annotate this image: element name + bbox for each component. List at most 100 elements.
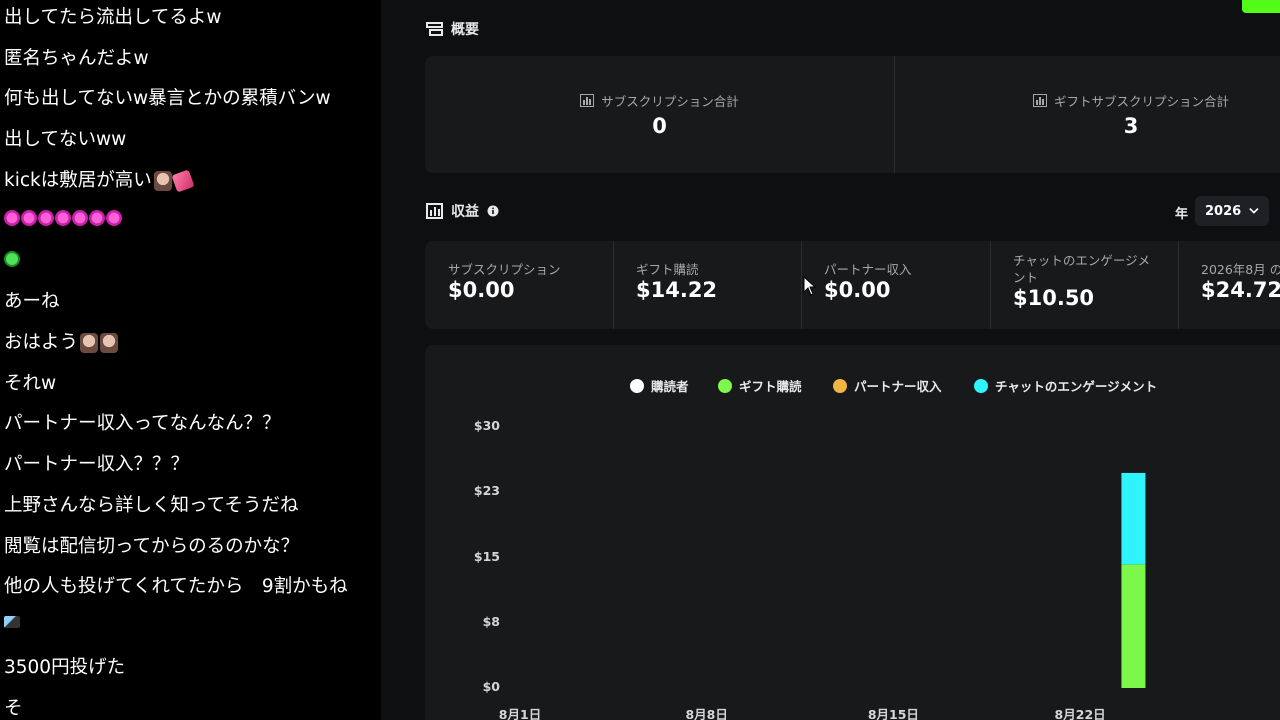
- revenue-chart-card: 購読者 ギフト購読 パートナー収入 チャットのエンゲージメント $30 $23 $15 $8…: [425, 345, 1280, 720]
- chat-panel: 出してたら流出してるよw 匿名ちゃんだよw 何も出してないw暴言とかの累積バンw 出し…: [0, 0, 381, 720]
- revenue-card-value: $24.72: [1201, 278, 1280, 302]
- bar-segment[interactable]: [1121, 564, 1146, 688]
- overview-card: サブスクリプション合計 0 ギフトサブスクリプション合計 3: [425, 56, 1280, 173]
- revenue-title: 収益: [451, 204, 479, 220]
- overview-title: 概要: [451, 22, 479, 38]
- chat-message: 閲覧は配信切ってからのるのかな？: [4, 534, 299, 560]
- bar-chart-icon: [580, 94, 595, 107]
- chat-message-text: kickは敷居が高い: [4, 170, 152, 191]
- y-tick-label: $15: [473, 548, 500, 564]
- chat-message: パートナー収入？？？: [4, 452, 189, 478]
- pink-emote-icon: [106, 210, 122, 226]
- gift-subscriptions-total-value: 3: [1123, 114, 1139, 138]
- revenue-chart: [1121, 472, 1146, 688]
- top-green-button[interactable]: [1242, 0, 1280, 13]
- overview-header: 概要: [426, 19, 479, 39]
- chat-message-text: 出してないww: [4, 129, 127, 150]
- info-icon[interactable]: [487, 205, 499, 217]
- subscriptions-total-value: 0: [652, 114, 667, 138]
- face-emote-icon: [100, 333, 119, 353]
- x-tick-label: 8月1日: [498, 707, 542, 720]
- y-tick-label: $0: [482, 679, 500, 694]
- y-tick-label: $30: [473, 418, 500, 433]
- revenue-divider: [613, 241, 614, 329]
- pink-emote-icon: [89, 210, 105, 226]
- gift-subscriptions-total: ギフトサブスクリプション合計 3: [895, 91, 1280, 138]
- chevron-down-icon: [1249, 207, 1259, 214]
- chat-message: 上野さんなら詳しく知ってそうだね: [4, 493, 299, 519]
- revenue-dashboard: 概要 サブスクリプション合計 0 ギフトサブスクリプション合計 3 収益 年 2…: [381, 0, 1280, 720]
- revenue-card-subscriptions: サブスクリプション $0.00: [448, 261, 561, 302]
- revenue-divider: [1178, 241, 1179, 329]
- revenue-card-label: 2026年8月 の: [1201, 262, 1280, 277]
- chat-message: [4, 251, 20, 267]
- chat-message: そ: [4, 696, 23, 720]
- revenue-card-chat: チャットのエンゲージメ ント $10.50: [1013, 252, 1163, 310]
- x-tick-label: 8月8日: [685, 707, 728, 720]
- chat-message: おはよう: [4, 330, 119, 356]
- revenue-card-label: チャットのエンゲージメ ント: [1013, 253, 1151, 285]
- bar-segment[interactable]: [1121, 472, 1146, 565]
- gift-subscriptions-total-label: ギフトサブスクリプション合計: [1053, 94, 1229, 109]
- green-emote-icon: [4, 251, 20, 267]
- y-tick-label: $23: [473, 483, 500, 499]
- chat-message: [4, 210, 123, 226]
- revenue-card-value: $0.00: [824, 278, 891, 302]
- pink-emote-icon: [38, 210, 54, 226]
- revenue-card-value: $14.22: [636, 278, 718, 302]
- revenue-card-label: ギフト購読: [636, 262, 699, 277]
- subscriptions-total: サブスクリプション合計 0: [425, 91, 894, 138]
- chat-message-text: 何も出してないw暴言とかの累積バンw: [4, 88, 331, 109]
- pink-emote-icon: [4, 210, 20, 226]
- chat-message: 出してないww: [4, 127, 126, 153]
- subscriptions-total-label: サブスクリプション合計: [601, 94, 739, 109]
- chat-message-text: パートナー収入ってなんなん？？: [4, 413, 281, 434]
- arm-emote-icon: [171, 169, 195, 193]
- chat-message-text: 匿名ちゃんだよw: [4, 48, 149, 69]
- revenue-card-value: $0.00: [448, 278, 515, 302]
- chat-message-text: あーね: [4, 291, 60, 312]
- chat-message: kickは敷居が高い: [4, 168, 195, 194]
- bar-chart-icon: [1032, 94, 1047, 107]
- revenue-card-value: $10.50: [1013, 286, 1095, 310]
- face-emote-icon: [80, 333, 99, 353]
- year-select-value: 2026: [1205, 203, 1242, 219]
- year-label: 年: [1175, 207, 1189, 222]
- chat-message-text: それw: [4, 373, 57, 394]
- tiny-emote-icon: [4, 616, 20, 628]
- revenue-cards: サブスクリプション $0.00 ギフト購読 $14.22 パートナー収入 $0.…: [425, 241, 1280, 329]
- revenue-card-label: サブスクリプション: [448, 262, 561, 277]
- pink-emote-icon: [21, 210, 37, 226]
- chat-message: 何も出してないw暴言とかの累積バンw: [4, 86, 331, 112]
- x-tick-label: 8月15日: [867, 707, 919, 720]
- chat-message-text: 上野さんなら詳しく知ってそうだね: [4, 495, 299, 516]
- chat-message-text: 3500円投げた: [4, 657, 126, 678]
- revenue-divider: [801, 241, 802, 329]
- chat-message-text: 閲覧は配信切ってからのるのかな？: [4, 536, 300, 557]
- face-emote-icon: [153, 171, 172, 191]
- year-select[interactable]: 2026: [1195, 196, 1269, 226]
- chat-message-text: 出してたら流出してるよw: [4, 7, 222, 28]
- revenue-card-gift: ギフト購読 $14.22: [636, 261, 717, 302]
- revenue-divider: [990, 241, 991, 329]
- pink-emote-icon: [72, 210, 88, 226]
- revenue-chart-icon: [426, 203, 443, 219]
- chat-message: パートナー収入ってなんなん？？: [4, 411, 281, 437]
- chat-message: それw: [4, 371, 56, 397]
- chat-message-text: 他の人も投げてくれてたから 9割かもね: [4, 576, 348, 597]
- chat-message: 出してたら流出してるよw: [4, 5, 222, 31]
- chat-message: 匿名ちゃんだよw: [4, 46, 149, 72]
- mouse-cursor-icon: [803, 276, 817, 296]
- chat-message: 3500円投げた: [4, 655, 125, 681]
- chat-message-text: そ: [4, 698, 23, 719]
- chat-message: 他の人も投げてくれてたから 9割かもね: [4, 574, 348, 600]
- revenue-card-month: 2026年8月 の $24.72: [1201, 261, 1280, 302]
- y-tick-label: $8: [482, 613, 500, 629]
- revenue-header: 収益: [426, 201, 499, 221]
- chat-message-text: おはよう: [4, 332, 79, 353]
- pink-emote-icon: [55, 210, 71, 226]
- overview-icon: [426, 22, 443, 36]
- chat-message-text: パートナー収入？？？: [4, 454, 190, 475]
- x-tick-label: 8月22日: [1054, 707, 1106, 720]
- chat-message: [4, 616, 20, 628]
